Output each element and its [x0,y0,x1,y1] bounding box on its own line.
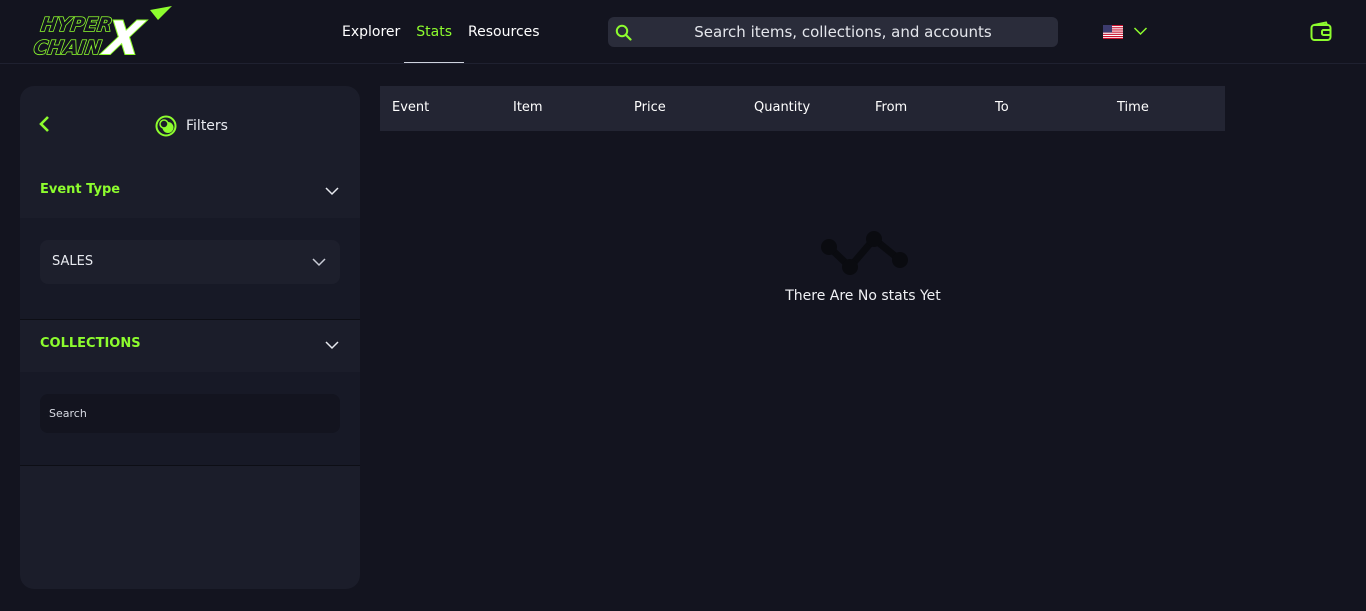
wallet-icon[interactable] [1310,21,1332,42]
collections-section-body [20,372,360,465]
event-type-select[interactable]: SALES [40,240,340,284]
column-header-time[interactable]: Time [1117,100,1149,115]
search-icon[interactable] [615,24,632,41]
column-header-event[interactable]: Event [392,100,429,115]
event-type-label: Event Type [40,182,121,197]
column-header-quantity[interactable]: Quantity [754,100,810,115]
filters-sidebar: Filters Event Type SALES COLLECTIONS [20,86,360,589]
chevron-left-icon[interactable] [37,114,53,134]
nav-explorer[interactable]: Explorer [338,0,404,64]
search-input[interactable] [638,17,1048,47]
filters-title: Filters [155,115,228,137]
event-type-section-toggle[interactable]: Event Type [20,166,360,218]
empty-state-message: There Are No stats Yet [785,288,941,304]
stats-line-icon [821,231,908,275]
filters-icon [155,115,177,137]
language-selector[interactable] [1103,24,1148,40]
chevron-down-icon [325,187,339,196]
column-header-to[interactable]: To [995,100,1009,115]
us-flag-icon [1103,25,1123,39]
chevron-down-icon [1133,27,1148,36]
filters-header: Filters [20,86,360,166]
collections-section-toggle[interactable]: COLLECTIONS [20,320,360,372]
main-nav: Explorer Stats Resources [338,0,552,64]
logo-word-hyper: HYPER [40,13,114,36]
column-header-price[interactable]: Price [634,100,666,115]
column-header-item[interactable]: Item [513,100,543,115]
hyperchainx-logo[interactable]: HYPER CHAIN X [30,4,175,62]
event-type-selected-value: SALES [52,254,94,269]
stats-table-header: Event Item Price Quantity From To Time [380,86,1225,131]
chevron-down-icon [325,341,339,350]
logo-word-chain: CHAIN [32,36,103,59]
event-type-section-body: SALES [20,218,360,319]
section-divider [20,465,360,466]
top-navigation-bar: HYPER CHAIN X Explorer Stats Resources [0,0,1366,64]
collections-label: COLLECTIONS [40,336,141,351]
filters-label: Filters [186,118,228,134]
global-search [608,17,1058,47]
nav-stats[interactable]: Stats [404,0,464,64]
nav-resources[interactable]: Resources [464,0,544,64]
chevron-down-icon [312,258,326,267]
column-header-from[interactable]: From [875,100,907,115]
collections-search-input[interactable] [40,394,340,433]
